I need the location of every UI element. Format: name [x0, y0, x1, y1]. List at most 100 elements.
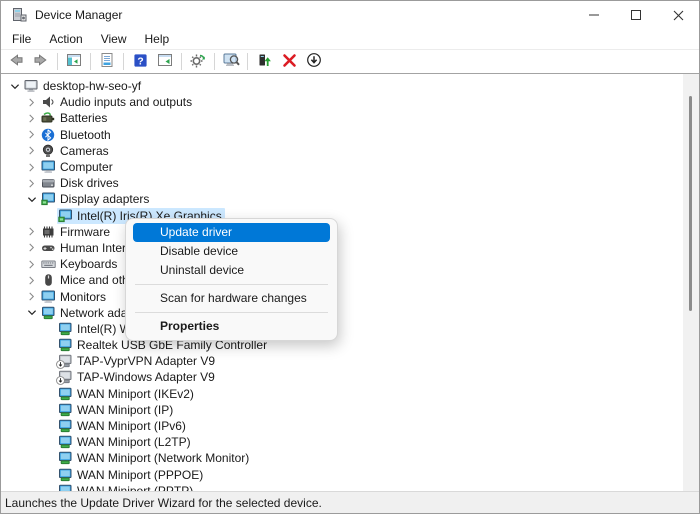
chevron-right-icon[interactable]	[23, 143, 40, 159]
tree-item[interactable]: Cameras	[1, 143, 699, 159]
disabled-badge-icon	[56, 360, 65, 369]
tree-item[interactable]: WAN Miniport (L2TP)	[1, 434, 699, 450]
help-icon: ?	[133, 53, 148, 71]
network-adapter-icon	[58, 484, 73, 491]
device-tree: desktop-hw-seo-yfAudio inputs and output…	[1, 74, 699, 491]
update-driver-button[interactable]	[255, 53, 273, 71]
chevron-spacer	[40, 402, 57, 418]
device-manager-window: Device Manager FileActionViewHelp ? desk…	[0, 0, 700, 514]
context-menu-item-update-driver[interactable]: Update driver	[133, 223, 330, 242]
network-adapter-icon	[58, 435, 73, 449]
tree-item[interactable]: Bluetooth	[1, 127, 699, 143]
toolbar-separator	[214, 53, 215, 70]
chevron-right-icon[interactable]	[23, 289, 40, 305]
disable-device-button[interactable]	[305, 53, 323, 71]
status-text: Launches the Update Driver Wizard for th…	[5, 496, 322, 510]
menu-view[interactable]: View	[92, 30, 136, 48]
tree-item-label: Batteries	[60, 111, 107, 125]
chevron-spacer	[40, 418, 57, 434]
tree-item[interactable]: Intel(R) Iris(R) Xe Graphics	[1, 208, 699, 224]
tree-item[interactable]: Network adapters	[1, 305, 699, 321]
computer-gray-icon	[24, 79, 39, 93]
chevron-down-icon[interactable]	[23, 191, 40, 207]
chevron-spacer	[40, 450, 57, 466]
forward-button[interactable]	[32, 53, 50, 71]
scan-hardware-changes-button[interactable]	[189, 53, 207, 71]
chevron-right-icon[interactable]	[23, 256, 40, 272]
maximize-button[interactable]	[615, 1, 657, 29]
monitor-blue-icon	[41, 160, 56, 174]
back-button[interactable]	[7, 53, 25, 71]
tree-item[interactable]: WAN Miniport (PPPOE)	[1, 467, 699, 483]
tree-item-label: WAN Miniport (IP)	[77, 403, 173, 417]
arrow-right-icon	[33, 52, 49, 71]
tree-item[interactable]: Human Interface Devices	[1, 240, 699, 256]
tree-item[interactable]: TAP-Windows Adapter V9	[1, 369, 699, 385]
tree-item[interactable]: Computer	[1, 159, 699, 175]
tree-item[interactable]: Monitors	[1, 288, 699, 304]
tree-item[interactable]: WAN Miniport (PPTP)	[1, 483, 699, 491]
tree-item[interactable]: Disk drives	[1, 175, 699, 191]
minimize-icon	[589, 10, 599, 20]
chevron-right-icon[interactable]	[23, 127, 40, 143]
tree-item-label: Disk drives	[60, 176, 119, 190]
tree-item[interactable]: Intel(R) Wi	[1, 321, 699, 337]
close-icon	[673, 10, 684, 21]
properties-button[interactable]	[98, 53, 116, 71]
tree-item-label: Monitors	[60, 290, 106, 304]
tree-item[interactable]: Realtek USB GbE Family Controller	[1, 337, 699, 353]
action-pane-button[interactable]	[156, 53, 174, 71]
tree-item[interactable]: WAN Miniport (Network Monitor)	[1, 450, 699, 466]
chevron-right-icon[interactable]	[23, 110, 40, 126]
tree-item[interactable]: TAP-VyprVPN Adapter V9	[1, 353, 699, 369]
chevron-spacer	[40, 208, 57, 224]
tree-item[interactable]: Display adapters	[1, 191, 699, 207]
tree-item[interactable]: Mice and other pointing devices	[1, 272, 699, 288]
menu-file[interactable]: File	[3, 30, 40, 48]
network-adapter-icon	[58, 322, 73, 336]
gear-refresh-icon	[190, 52, 206, 71]
help-button[interactable]: ?	[131, 53, 149, 71]
menu-help[interactable]: Help	[136, 30, 179, 48]
chevron-right-icon[interactable]	[23, 175, 40, 191]
tree-item-label: TAP-Windows Adapter V9	[77, 370, 215, 384]
arrow-left-icon	[8, 52, 24, 71]
context-menu: Update driverDisable deviceUninstall dev…	[125, 218, 338, 341]
minimize-button[interactable]	[573, 1, 615, 29]
chevron-right-icon[interactable]	[23, 224, 40, 240]
tree-item[interactable]: Firmware	[1, 224, 699, 240]
vertical-scrollbar[interactable]	[683, 74, 699, 491]
context-menu-item-uninstall-device[interactable]: Uninstall device	[126, 261, 337, 280]
chevron-right-icon[interactable]	[23, 240, 40, 256]
search-computer-button[interactable]	[222, 53, 240, 71]
close-button[interactable]	[657, 1, 699, 29]
chevron-spacer	[40, 483, 57, 491]
toolbar-separator	[57, 53, 58, 70]
chevron-right-icon[interactable]	[23, 159, 40, 175]
chevron-down-icon[interactable]	[23, 305, 40, 321]
tree-item-label: Cameras	[60, 144, 109, 158]
context-menu-item-properties[interactable]: Properties	[126, 317, 337, 336]
tree-item-label: desktop-hw-seo-yf	[43, 79, 141, 93]
chevron-right-icon[interactable]	[23, 94, 40, 110]
tree-item[interactable]: WAN Miniport (IKEv2)	[1, 386, 699, 402]
tree-item[interactable]: Keyboards	[1, 256, 699, 272]
tree-item[interactable]: desktop-hw-seo-yf	[1, 78, 699, 94]
tree-item[interactable]: Batteries	[1, 110, 699, 126]
chevron-right-icon[interactable]	[23, 272, 40, 288]
uninstall-device-button[interactable]	[280, 53, 298, 71]
tree-item-label: Firmware	[60, 225, 110, 239]
tree-item[interactable]: Audio inputs and outputs	[1, 94, 699, 110]
tree-item-label: WAN Miniport (IKEv2)	[77, 387, 194, 401]
tree-item[interactable]: WAN Miniport (IPv6)	[1, 418, 699, 434]
scrollbar-thumb[interactable]	[689, 96, 692, 311]
console-tree-button[interactable]	[65, 53, 83, 71]
menu-action[interactable]: Action	[40, 30, 91, 48]
tree-item[interactable]: WAN Miniport (IP)	[1, 402, 699, 418]
toolbar-separator	[247, 53, 248, 70]
network-adapter-icon	[58, 468, 73, 482]
context-menu-item-disable-device[interactable]: Disable device	[126, 242, 337, 261]
disk-icon	[41, 176, 56, 190]
chevron-down-icon[interactable]	[6, 78, 23, 94]
context-menu-item-scan-for-hardware-changes[interactable]: Scan for hardware changes	[126, 289, 337, 308]
